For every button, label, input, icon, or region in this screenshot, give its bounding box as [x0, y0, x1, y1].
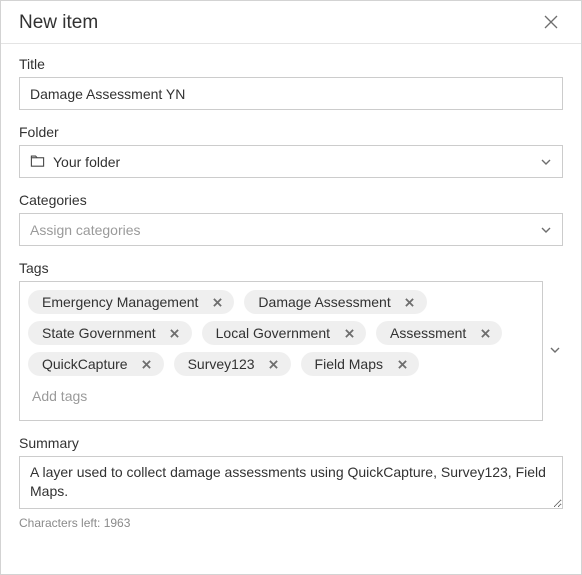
dialog-title: New item: [19, 12, 98, 34]
tag-remove-button[interactable]: [342, 326, 356, 340]
tag-remove-button[interactable]: [210, 295, 224, 309]
tag-label: Damage Assessment: [258, 294, 390, 310]
tag-chip: QuickCapture: [28, 352, 164, 376]
title-field-group: Title: [19, 56, 563, 110]
close-icon: [345, 326, 354, 341]
close-icon: [213, 295, 222, 310]
tags-list: Emergency Management Damage Assessment Sta…: [28, 290, 534, 376]
categories-field-group: Categories Assign categories: [19, 192, 563, 246]
summary-label: Summary: [19, 435, 563, 451]
tag-remove-button[interactable]: [168, 326, 182, 340]
categories-select[interactable]: Assign categories: [19, 213, 563, 246]
tag-chip: Local Government: [202, 321, 366, 345]
tag-chip: Emergency Management: [28, 290, 234, 314]
close-icon: [481, 326, 490, 341]
tag-label: Local Government: [216, 325, 330, 341]
folder-field-group: Folder Your folder: [19, 124, 563, 178]
categories-placeholder: Assign categories: [30, 222, 540, 238]
tag-chip: Assessment: [376, 321, 502, 345]
title-label: Title: [19, 56, 563, 72]
folder-icon: [30, 154, 45, 169]
tag-chip: Field Maps: [301, 352, 419, 376]
folder-select[interactable]: Your folder: [19, 145, 563, 178]
categories-label: Categories: [19, 192, 563, 208]
tag-label: Emergency Management: [42, 294, 198, 310]
folder-label: Folder: [19, 124, 563, 140]
tag-label: Field Maps: [315, 356, 383, 372]
tag-remove-button[interactable]: [478, 326, 492, 340]
tag-chip: State Government: [28, 321, 192, 345]
close-icon: [543, 14, 559, 33]
close-icon: [398, 357, 407, 372]
tag-chip: Survey123: [174, 352, 291, 376]
tag-remove-button[interactable]: [395, 357, 409, 371]
tags-expand[interactable]: [547, 281, 563, 421]
tag-label: Survey123: [188, 356, 255, 372]
close-icon: [170, 326, 179, 341]
tags-label: Tags: [19, 260, 563, 276]
tags-box[interactable]: Emergency Management Damage Assessment Sta…: [19, 281, 543, 421]
tags-input[interactable]: [28, 382, 534, 406]
close-button[interactable]: [539, 11, 563, 35]
folder-select-value: Your folder: [53, 154, 540, 170]
close-icon: [405, 295, 414, 310]
summary-chars-left: Characters left: 1963: [19, 516, 563, 530]
tag-remove-button[interactable]: [403, 295, 417, 309]
summary-field-group: Summary Characters left: 1963: [19, 435, 563, 530]
tag-chip: Damage Assessment: [244, 290, 426, 314]
dialog-header: New item: [1, 1, 581, 44]
close-icon: [142, 357, 151, 372]
tag-label: State Government: [42, 325, 156, 341]
chevron-down-icon: [549, 343, 561, 359]
tag-label: QuickCapture: [42, 356, 128, 372]
summary-textarea[interactable]: [19, 456, 563, 509]
new-item-dialog: New item Title Folder Your folder: [0, 0, 582, 575]
dialog-body: Title Folder Your folder Categor: [1, 44, 581, 574]
chevron-down-icon: [540, 224, 552, 236]
tags-field-group: Tags Emergency Management Damage Assessme…: [19, 260, 563, 421]
tag-remove-button[interactable]: [140, 357, 154, 371]
chevron-down-icon: [540, 156, 552, 168]
tag-label: Assessment: [390, 325, 466, 341]
title-input[interactable]: [19, 77, 563, 110]
tag-remove-button[interactable]: [267, 357, 281, 371]
close-icon: [269, 357, 278, 372]
